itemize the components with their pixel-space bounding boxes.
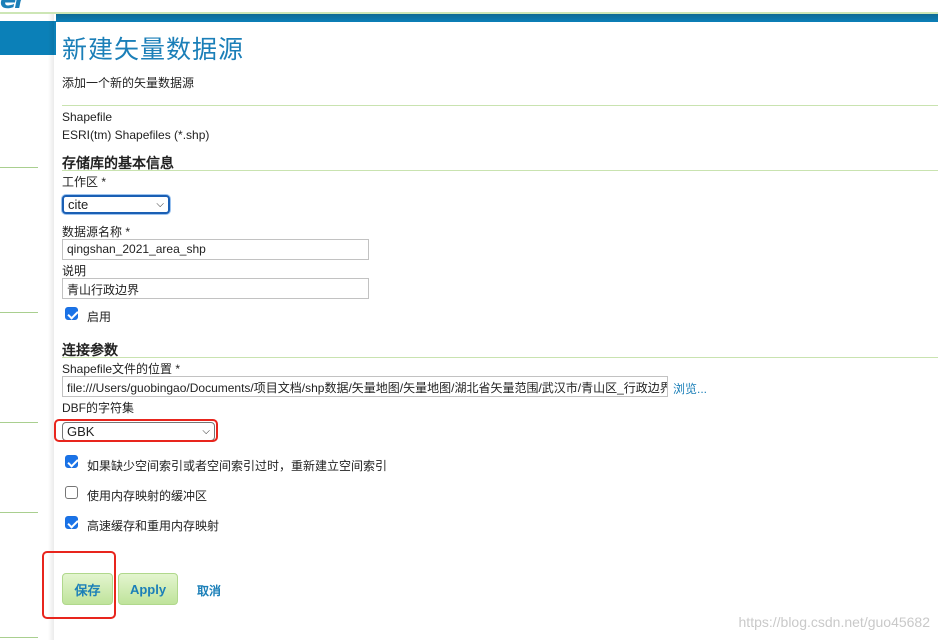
sidebar-divider <box>0 512 38 513</box>
workspace-label: 工作区 * <box>62 175 107 189</box>
memory-mapped-buffer-label: 使用内存映射的缓冲区 <box>87 489 208 503</box>
shapefile-location-label: Shapefile文件的位置 * <box>62 362 181 376</box>
title-divider <box>62 105 938 106</box>
cancel-link[interactable]: 取消 <box>197 582 221 599</box>
rebuild-index-label: 如果缺少空间索引或者空间索引过时，重新建立空间索引 <box>87 459 388 473</box>
workspace-select[interactable]: cite ⌵ <box>62 195 170 214</box>
panel-header-bar <box>56 14 938 22</box>
panel-shadow <box>48 14 54 640</box>
datastore-name-label: 数据源名称 * <box>62 225 131 239</box>
description-label: 说明 <box>62 264 87 278</box>
enabled-label: 启用 <box>87 310 112 324</box>
enabled-checkbox[interactable] <box>65 307 78 320</box>
datastore-type-name: Shapefile <box>62 110 113 124</box>
page-title: 新建矢量数据源 <box>62 36 245 64</box>
watermark: https://blog.csdn.net/guo45682 <box>738 614 930 630</box>
shapefile-location-input[interactable]: file:///Users/guobingao/Documents/项目文档/s… <box>62 376 668 397</box>
browse-link[interactable]: 浏览... <box>673 380 707 397</box>
page-subtitle: 添加一个新的矢量数据源 <box>62 76 195 90</box>
charset-label: DBF的字符集 <box>62 401 135 415</box>
sidebar-divider <box>0 422 38 423</box>
chevron-down-icon: ⌵ <box>156 198 164 210</box>
workspace-select-value: cite <box>68 197 89 212</box>
save-highlight <box>42 551 116 619</box>
datastore-type-description: ESRI(tm) Shapefiles (*.shp) <box>62 128 210 142</box>
sidebar-divider <box>0 637 38 638</box>
datastore-name-input[interactable]: qingshan_2021_area_shp <box>62 239 369 260</box>
cache-memory-maps-checkbox[interactable] <box>65 516 78 529</box>
section-divider <box>62 357 938 358</box>
cache-memory-maps-label: 高速缓存和重用内存映射 <box>87 519 220 533</box>
rebuild-index-checkbox[interactable] <box>65 455 78 468</box>
charset-highlight <box>54 419 218 442</box>
section-divider <box>62 170 938 171</box>
memory-mapped-buffer-checkbox[interactable] <box>65 486 78 499</box>
sidebar-divider <box>0 167 38 168</box>
sidebar-divider <box>0 312 38 313</box>
apply-button[interactable]: Apply <box>118 573 178 605</box>
description-input[interactable]: 青山行政边界 <box>62 278 369 299</box>
